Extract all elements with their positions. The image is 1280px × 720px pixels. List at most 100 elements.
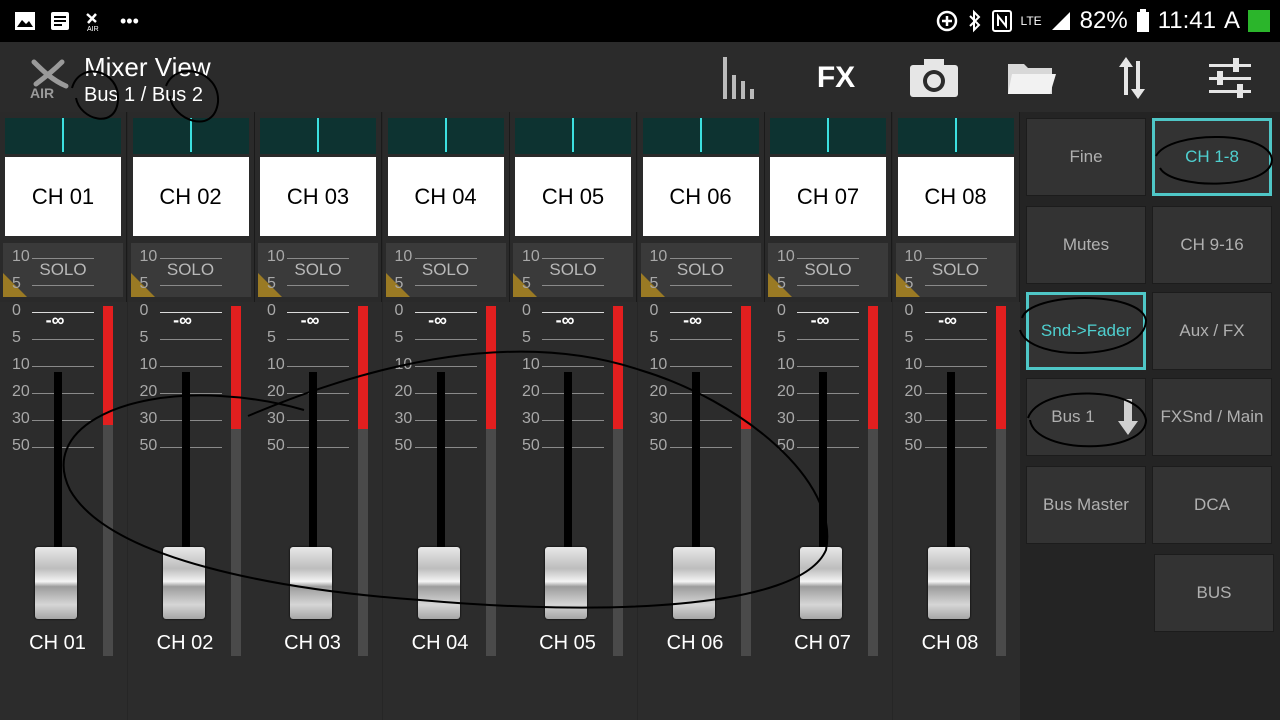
fader-knob[interactable] — [800, 547, 842, 619]
fader-scale-label: 10 — [904, 248, 923, 265]
fader-scale-label: 50 — [267, 437, 285, 454]
fader-track[interactable] — [946, 372, 955, 572]
pan-indicator[interactable] — [642, 118, 759, 154]
status-bar: AIR ••• LTE 82% 11:41 A — [0, 0, 1280, 42]
channel-label: CH 08 — [921, 632, 979, 654]
fader-knob[interactable] — [35, 547, 77, 619]
channel-label: CH 03 — [284, 632, 341, 654]
pan-indicator[interactable] — [515, 118, 631, 154]
channel-name-button[interactable]: CH 04 — [387, 157, 504, 236]
pan-position-line — [317, 118, 319, 152]
fader-scale-label: 5 — [649, 329, 659, 346]
fader-scale-label: 30 — [394, 410, 413, 427]
fx-icon[interactable]: FX — [808, 54, 864, 102]
layer-button-dca[interactable]: DCA — [1152, 466, 1272, 544]
fader-scale-label: 5 — [649, 275, 659, 292]
folder-icon[interactable] — [1004, 54, 1060, 102]
solo-label: SOLO — [931, 260, 980, 279]
level-meter-fill — [230, 306, 241, 429]
fader-knob[interactable] — [417, 547, 460, 619]
fader-scale-label: 5 — [267, 329, 276, 346]
fader-scale-label: 5 — [904, 329, 914, 346]
level-meter — [358, 306, 368, 656]
layer-button-mutes[interactable]: Mutes — [1026, 206, 1146, 284]
fader-scale-label: 50 — [777, 437, 795, 454]
fader-track[interactable] — [181, 372, 190, 572]
fader-scale-label: 10 — [522, 248, 540, 265]
fader-knob[interactable] — [545, 547, 587, 619]
camera-icon[interactable] — [906, 54, 962, 102]
status-bar-right: LTE 82% 11:41 A — [935, 6, 1270, 36]
pan-indicator[interactable] — [387, 118, 504, 154]
fader-knob[interactable] — [672, 547, 715, 619]
fader-knob[interactable] — [162, 547, 205, 619]
channel-name-button[interactable]: CH 05 — [515, 157, 631, 236]
level-meter-fill — [740, 306, 751, 429]
app-header: AIR Mixer View Bus 1 / Bus 2 FX — [0, 42, 1280, 112]
layer-button-ch9-16[interactable]: CH 9-16 — [1152, 206, 1272, 284]
layer-button-bus[interactable]: BUS — [1154, 554, 1274, 632]
fader-scale-label: 10 — [139, 356, 158, 373]
layer-button-label: CH 9-16 — [1180, 235, 1244, 254]
fader-knob[interactable] — [290, 547, 332, 619]
fader-scale-label: 10 — [904, 356, 923, 373]
fader-scale-label: 0 — [522, 302, 531, 319]
channel-label: CH 04 — [411, 632, 469, 654]
fader-track[interactable] — [691, 372, 700, 572]
meters-icon[interactable] — [710, 54, 766, 102]
pan-indicator[interactable] — [5, 118, 121, 154]
fader-scale-label: 0 — [12, 302, 21, 319]
layer-button-aux-fx[interactable]: Aux / FX — [1152, 292, 1272, 370]
pan-indicator[interactable] — [132, 118, 249, 154]
pan-indicator[interactable] — [770, 118, 886, 154]
fader-scale-label: 50 — [394, 437, 413, 454]
sync-icon[interactable] — [1104, 54, 1160, 102]
layer-button-bus1[interactable]: Bus 1 — [1026, 378, 1146, 456]
channel-name-button[interactable]: CH 08 — [897, 157, 1014, 236]
channel-name-button[interactable]: CH 01 — [5, 157, 121, 236]
solo-label: SOLO — [39, 260, 87, 279]
channel-name-button[interactable]: CH 03 — [260, 157, 376, 236]
channel-strip: CH 08 SOLO -∞ 10 5 0 5 10 20 30 50 CH 08 — [892, 112, 1020, 720]
fader-scale-label: 20 — [777, 383, 795, 400]
layer-button-fine[interactable]: Fine — [1026, 118, 1146, 196]
fader-scale-label: 10 — [777, 248, 795, 265]
fader-track[interactable] — [819, 372, 827, 572]
fader-scale-label: 5 — [394, 329, 404, 346]
fader-scale-label: 5 — [777, 275, 786, 292]
layer-button-fxsnd-main[interactable]: FXSnd / Main — [1152, 378, 1272, 456]
pan-indicator[interactable] — [260, 118, 376, 154]
layer-button-snd-fader[interactable]: Snd->Fader — [1026, 292, 1146, 370]
pan-position-line — [62, 118, 64, 152]
fader-track[interactable] — [564, 372, 572, 572]
fader-scale-label: 5 — [12, 275, 21, 292]
fader-scale-label: 5 — [777, 329, 786, 346]
svg-text:AIR: AIR — [87, 26, 99, 32]
solo-label: SOLO — [676, 260, 725, 279]
level-meter — [995, 306, 1006, 656]
channel-name-button[interactable]: CH 06 — [642, 157, 759, 236]
pan-indicator[interactable] — [897, 118, 1014, 154]
fader-scale-label: 10 — [267, 356, 285, 373]
fader-scale-label: 30 — [522, 410, 540, 427]
fader-track[interactable] — [309, 372, 317, 572]
settings-icon[interactable] — [1202, 54, 1258, 102]
x-air-logo[interactable]: AIR — [28, 56, 76, 100]
fader-knob[interactable] — [927, 547, 970, 619]
fader-scale-label: 10 — [649, 356, 668, 373]
layer-button-bus-master[interactable]: Bus Master — [1026, 466, 1146, 544]
fader-track[interactable] — [436, 372, 445, 572]
bluetooth-icon — [968, 9, 980, 33]
fader-track[interactable] — [54, 372, 62, 572]
fader-scale-label: 20 — [394, 383, 413, 400]
fader-scale-label: 5 — [522, 329, 531, 346]
channel-name-button[interactable]: CH 02 — [132, 157, 249, 236]
channel-strip: CH 02 SOLO -∞ 10 5 0 5 10 20 30 50 CH 02 — [127, 112, 255, 720]
pan-position-line — [699, 118, 702, 152]
channel-name-button[interactable]: CH 07 — [770, 157, 886, 236]
bus-subtitle[interactable]: Bus 1 / Bus 2 — [84, 84, 203, 107]
mixer-app: AIR ••• LTE 82% 11:41 A AIR Mixer View B… — [0, 0, 1280, 720]
layer-button-ch1-8[interactable]: CH 1-8 — [1152, 118, 1272, 196]
channel-strip: CH 07 SOLO -∞ 10 5 0 5 10 20 30 50 CH 07 — [765, 112, 892, 720]
level-meter-fill — [613, 306, 623, 429]
